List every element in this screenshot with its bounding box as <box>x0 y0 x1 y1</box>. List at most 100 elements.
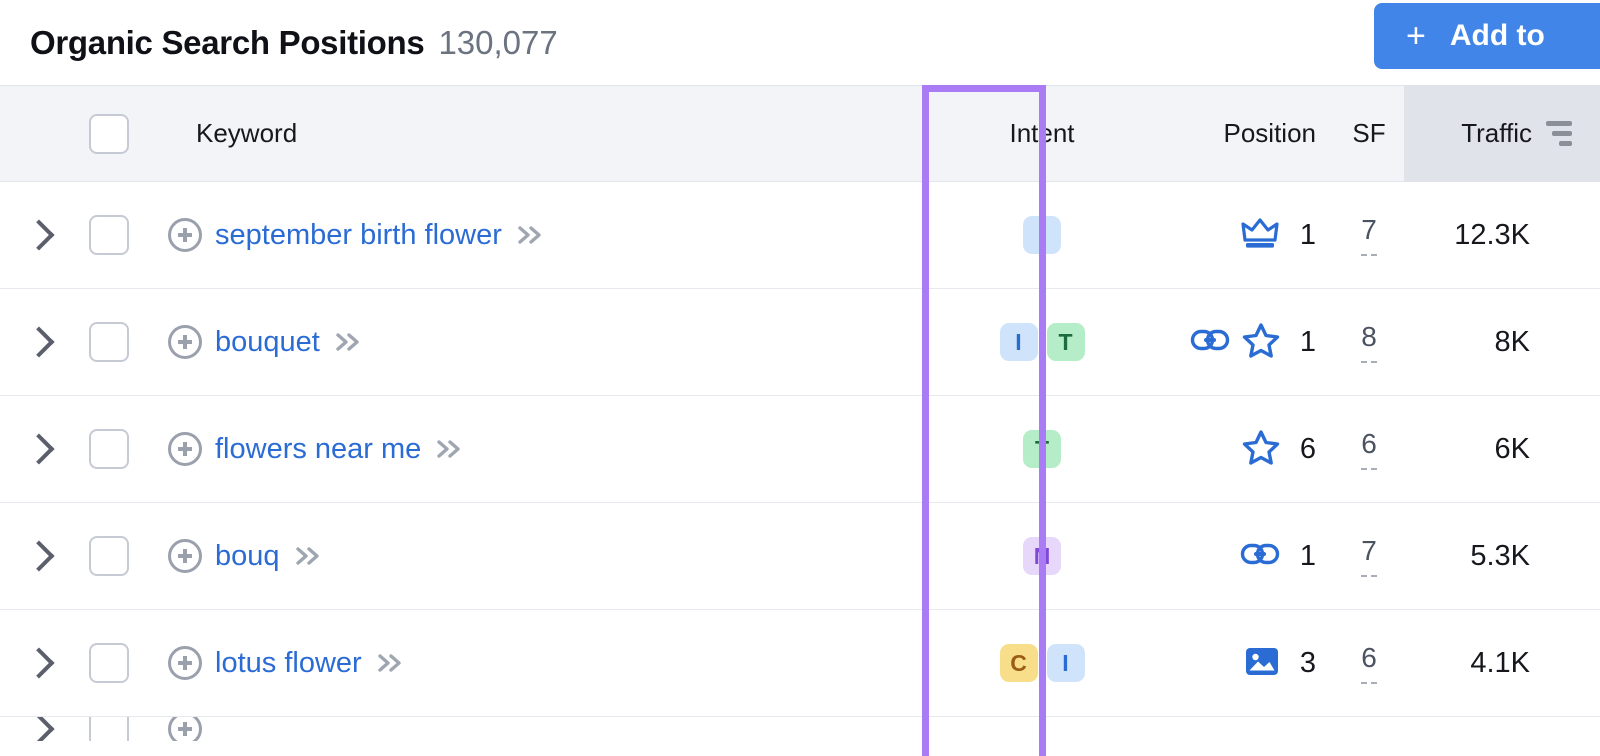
row-keyword-cell: flowers near me <box>140 432 980 466</box>
chevron-right-icon[interactable] <box>23 717 54 741</box>
intent-badge-informational[interactable]: I <box>1000 323 1038 361</box>
select-all-checkbox[interactable] <box>89 114 129 154</box>
row-select-cell[interactable] <box>78 536 140 576</box>
double-chevron-right-icon[interactable] <box>376 651 406 675</box>
chevron-right-icon[interactable] <box>23 540 54 571</box>
link-icon[interactable] <box>1190 325 1230 360</box>
table-row[interactable]: bouq N <box>0 503 1600 610</box>
header-intent-cell[interactable]: Intent <box>980 118 1104 149</box>
row-select-cell[interactable] <box>78 322 140 362</box>
link-icon[interactable] <box>1240 539 1280 574</box>
add-to-button-label: Add to <box>1450 19 1545 53</box>
row-checkbox[interactable] <box>89 429 129 469</box>
plus-circle-icon[interactable] <box>168 646 202 680</box>
double-chevron-right-icon[interactable] <box>294 544 324 568</box>
header-keyword-label: Keyword <box>168 118 297 149</box>
row-checkbox[interactable] <box>89 717 129 741</box>
row-expand-cell[interactable] <box>0 545 78 567</box>
keyword-link[interactable]: bouquet <box>215 326 320 359</box>
traffic-value: 5.3K <box>1470 540 1530 573</box>
intent-badge-informational[interactable]: I <box>1023 216 1061 254</box>
header-traffic-cell[interactable]: Traffic <box>1404 85 1600 182</box>
header-keyword-cell[interactable]: Keyword <box>140 118 980 149</box>
table-row[interactable]: bouquet I T <box>0 289 1600 396</box>
star-icon[interactable] <box>1242 429 1280 470</box>
row-checkbox[interactable] <box>89 536 129 576</box>
position-value: 1 <box>1294 219 1316 252</box>
header-select-all-cell <box>78 114 140 154</box>
serp-features <box>1240 539 1280 574</box>
row-checkbox[interactable] <box>89 215 129 255</box>
plus-circle-icon[interactable] <box>168 717 202 741</box>
row-expand-cell[interactable] <box>0 652 78 674</box>
keyword-link[interactable]: september birth flower <box>215 219 502 252</box>
chevron-right-icon[interactable] <box>23 647 54 678</box>
row-traffic-cell: 8K <box>1404 326 1600 359</box>
row-select-cell[interactable] <box>78 215 140 255</box>
sort-descending-icon[interactable] <box>1546 121 1572 146</box>
keyword-link[interactable]: lotus flower <box>215 647 362 680</box>
intent-badge-commercial[interactable]: C <box>1000 644 1038 682</box>
panel-header: Organic Search Positions 130,077 + Add t… <box>0 0 1600 85</box>
row-position-cell: 1 <box>1104 216 1334 255</box>
sf-value[interactable]: 7 <box>1361 535 1377 577</box>
table-row[interactable]: lotus flower C I <box>0 610 1600 717</box>
sf-value[interactable]: 8 <box>1361 321 1377 363</box>
sf-value[interactable]: 6 <box>1361 642 1377 684</box>
row-expand-cell[interactable] <box>0 718 78 740</box>
plus-circle-icon[interactable] <box>168 325 202 359</box>
keyword-link[interactable]: flowers near me <box>215 433 421 466</box>
double-chevron-right-icon[interactable] <box>435 437 465 461</box>
header-position-cell[interactable]: Position <box>1104 118 1334 149</box>
double-chevron-right-icon[interactable] <box>334 330 364 354</box>
table-row[interactable]: september birth flower I <box>0 182 1600 289</box>
row-expand-cell[interactable] <box>0 438 78 460</box>
double-chevron-right-icon[interactable] <box>516 223 546 247</box>
intent-badge-navigational[interactable]: N <box>1023 537 1061 575</box>
row-expand-cell[interactable] <box>0 224 78 246</box>
plus-circle-icon[interactable] <box>168 539 202 573</box>
row-keyword-cell: bouq <box>140 539 980 573</box>
add-to-button[interactable]: + Add to <box>1374 3 1600 69</box>
keyword-link[interactable]: bouq <box>215 540 280 573</box>
image-icon[interactable] <box>1244 644 1280 683</box>
crown-icon[interactable] <box>1240 216 1280 255</box>
header-sf-cell[interactable]: SF <box>1334 118 1404 149</box>
row-sf-cell: 8 <box>1334 321 1404 363</box>
row-keyword-cell: bouquet <box>140 325 980 359</box>
sf-value[interactable]: 7 <box>1361 214 1377 256</box>
row-select-cell[interactable] <box>78 429 140 469</box>
position-value: 1 <box>1294 540 1316 573</box>
row-sf-cell: 6 <box>1334 428 1404 470</box>
row-select-cell[interactable] <box>78 717 140 741</box>
plus-circle-icon[interactable] <box>168 218 202 252</box>
row-traffic-cell: 6K <box>1404 433 1600 466</box>
intent-badge-transactional[interactable]: T <box>1047 323 1085 361</box>
plus-circle-icon[interactable] <box>168 432 202 466</box>
table-header-row: Keyword Intent Position SF Traffic <box>0 85 1600 182</box>
row-traffic-cell: 12.3K <box>1404 219 1600 252</box>
row-keyword-cell <box>140 717 980 741</box>
table-row[interactable]: flowers near me T <box>0 396 1600 503</box>
organic-search-positions-panel: Organic Search Positions 130,077 + Add t… <box>0 0 1600 756</box>
row-position-cell: 3 <box>1104 644 1334 683</box>
chevron-right-icon[interactable] <box>23 433 54 464</box>
position-value: 3 <box>1294 647 1316 680</box>
intent-badge-informational[interactable]: I <box>1047 644 1085 682</box>
row-intent-cell: C I <box>980 644 1104 682</box>
row-select-cell[interactable] <box>78 643 140 683</box>
table-row-partial[interactable] <box>0 717 1600 741</box>
row-expand-cell[interactable] <box>0 331 78 353</box>
star-icon[interactable] <box>1242 322 1280 363</box>
chevron-right-icon[interactable] <box>23 326 54 357</box>
serp-features <box>1190 322 1280 363</box>
row-checkbox[interactable] <box>89 643 129 683</box>
row-position-cell: 6 <box>1104 429 1334 470</box>
sf-value[interactable]: 6 <box>1361 428 1377 470</box>
traffic-value: 8K <box>1495 326 1530 359</box>
chevron-right-icon[interactable] <box>23 219 54 250</box>
intent-badge-transactional[interactable]: T <box>1023 430 1061 468</box>
row-keyword-cell: lotus flower <box>140 646 980 680</box>
row-checkbox[interactable] <box>89 322 129 362</box>
header-intent-label: Intent <box>1009 118 1074 149</box>
